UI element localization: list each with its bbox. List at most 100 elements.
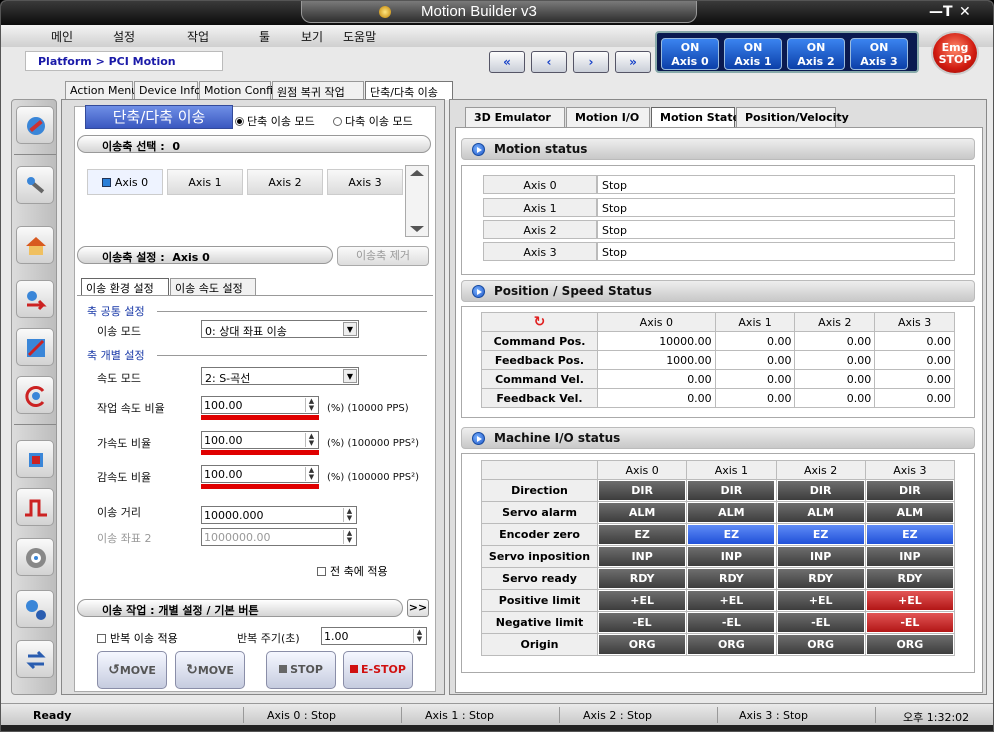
refresh-icon[interactable]: ↻ xyxy=(534,314,546,330)
sidebar-home-button[interactable] xyxy=(16,226,54,264)
restore-button[interactable]: T xyxy=(943,4,953,20)
tab-move-speed[interactable]: 이송 속도 설정 xyxy=(170,278,256,295)
nav-next-button[interactable]: › xyxy=(573,51,609,73)
table-cell: RDY xyxy=(686,567,777,590)
move-mode-select[interactable]: 0: 상대 좌표 이송 ▼ xyxy=(201,320,359,338)
multi-axis-mode-radio[interactable]: 다축 이송 모드 xyxy=(333,113,413,129)
table-cell: 0.00 xyxy=(714,388,796,408)
menu-settings[interactable]: 설정 xyxy=(113,28,135,45)
tab-motion-config[interactable]: Motion Config xyxy=(199,81,280,99)
remove-axis-button[interactable]: 이송축 제거 xyxy=(337,246,429,266)
menu-job[interactable]: 작업 xyxy=(187,28,209,45)
sidebar-cycle-button[interactable] xyxy=(16,640,54,678)
coord2-input[interactable]: 1000000.00 ▲ ▼ xyxy=(201,528,357,546)
repeat-period-label: 반복 주기(초) xyxy=(237,632,300,645)
sidebar-chip-button[interactable] xyxy=(16,440,54,478)
axis-3-select-button[interactable]: Axis 3 xyxy=(327,169,403,195)
emergency-stop-button[interactable]: Emg STOP xyxy=(931,31,979,75)
menu-help[interactable]: 도움말 xyxy=(343,28,376,45)
tab-motion-state[interactable]: Motion State xyxy=(651,107,740,128)
io-indicator: RDY xyxy=(688,569,775,588)
sidebar-tools-button[interactable] xyxy=(16,166,54,204)
title-bar[interactable]: Motion Builder v3 — T ✕ xyxy=(1,1,993,25)
decel-input[interactable]: 100.00 ▲ ▼ xyxy=(201,465,319,483)
status-axis-3: Axis 3 : Stop xyxy=(739,709,809,722)
axis-2-servo-button[interactable]: ON Axis 2 xyxy=(787,38,845,70)
chevron-down-icon: ▼ xyxy=(343,322,357,336)
close-button[interactable]: ✕ xyxy=(959,4,971,20)
speed-mode-select[interactable]: 2: S-곡선 ▼ xyxy=(201,367,359,385)
io-indicator: -EL xyxy=(866,613,953,632)
table-cell: EZ xyxy=(864,523,956,546)
status-ready: Ready xyxy=(33,709,72,722)
repeat-period-input[interactable]: 1.00 ▲ ▼ xyxy=(321,627,427,645)
estop-button[interactable]: E-STOP xyxy=(343,651,413,689)
sidebar-circular-button[interactable] xyxy=(16,376,54,414)
tab-homing[interactable]: 원점 복귀 작업 xyxy=(272,81,364,99)
menu-view[interactable]: 보기 xyxy=(301,28,323,45)
apply-all-axes-checkbox[interactable]: 전 축에 적용 xyxy=(317,563,388,579)
spinner-arrows-icon[interactable]: ▲ ▼ xyxy=(413,629,425,643)
sidebar-transfer-button[interactable] xyxy=(16,280,54,318)
axis-3-servo-button[interactable]: ON Axis 3 xyxy=(850,38,908,70)
sidebar-gear-button[interactable] xyxy=(16,538,54,576)
table-cell: 0.00 xyxy=(794,331,876,351)
axis-select-header: 이송축 선택 : 0 xyxy=(77,135,431,153)
table-cell: 0.00 xyxy=(794,388,876,408)
nav-first-button[interactable]: « xyxy=(489,51,525,73)
accel-input[interactable]: 100.00 ▲ ▼ xyxy=(201,431,319,449)
spinner-arrows-icon[interactable]: ▲ ▼ xyxy=(305,398,317,412)
tab-position-velocity[interactable]: Position/Velocity xyxy=(736,107,849,127)
work-speed-unit: (%) (10000 PPS) xyxy=(327,403,409,414)
table-row: Command Vel. 0.00 0.00 0.00 0.00 xyxy=(481,369,955,389)
position-speed-table: ↻ Axis 0 Axis 1 Axis 2 Axis 3 Command Po… xyxy=(481,312,955,408)
spinner-arrows-icon[interactable]: ▲ ▼ xyxy=(343,508,355,522)
repeat-move-checkbox[interactable]: 반복 이송 적용 xyxy=(97,630,178,646)
expand-button[interactable]: >> xyxy=(407,599,429,617)
spinner-arrows-icon[interactable]: ▲ ▼ xyxy=(305,433,317,447)
table-cell: INP xyxy=(596,545,688,568)
refresh-cell[interactable]: ↻ xyxy=(481,312,598,332)
tab-single-multi-move[interactable]: 단축/다축 이송 xyxy=(365,81,453,100)
sidebar-network-button[interactable] xyxy=(16,590,54,628)
distance-input[interactable]: 10000.000 ▲ ▼ xyxy=(201,506,357,524)
axis-1-select-button[interactable]: Axis 1 xyxy=(167,169,243,195)
axis-2-select-button[interactable]: Axis 2 xyxy=(247,169,323,195)
tab-motion-io[interactable]: Motion I/O xyxy=(566,107,650,127)
single-axis-mode-radio[interactable]: 단축 이송 모드 xyxy=(235,113,315,129)
table-cell: 0.00 xyxy=(874,369,955,389)
axis-0-select-button[interactable]: Axis 0 xyxy=(87,169,163,195)
table-header-row: Axis 0 Axis 1 Axis 2 Axis 3 xyxy=(481,460,956,480)
move-ccw-button[interactable]: ↺MOVE xyxy=(97,651,167,689)
spinner-arrows-icon[interactable]: ▲ ▼ xyxy=(343,530,355,544)
tab-device-info[interactable]: Device Info xyxy=(134,81,201,99)
sidebar-pulse-button[interactable] xyxy=(16,488,54,526)
axis-1-servo-button[interactable]: ON Axis 1 xyxy=(724,38,782,70)
tab-move-environment[interactable]: 이송 환경 설정 xyxy=(81,278,169,295)
scroll-down-icon[interactable] xyxy=(410,226,424,232)
gear-disk-icon xyxy=(26,548,46,568)
spinner-arrows-icon[interactable]: ▲ ▼ xyxy=(305,467,317,481)
io-indicator: +EL xyxy=(866,591,953,610)
axis-list-scrollbar[interactable] xyxy=(405,165,429,237)
nav-last-button[interactable]: » xyxy=(615,51,651,73)
machine-io-header: Machine I/O status xyxy=(461,427,975,449)
tab-action-menu[interactable]: Action Menu xyxy=(65,81,138,99)
stop-button[interactable]: STOP xyxy=(266,651,336,689)
nav-prev-button[interactable]: ‹ xyxy=(531,51,567,73)
transfer-arrows-icon xyxy=(27,291,47,311)
sidebar-wrench-button[interactable] xyxy=(16,106,54,144)
axis-0-servo-button[interactable]: ON Axis 0 xyxy=(661,38,719,70)
motion-status-header: Motion status xyxy=(461,138,975,160)
axis-setting-header: 이송축 설정 : Axis 0 xyxy=(77,246,333,264)
work-speed-input[interactable]: 100.00 ▲ ▼ xyxy=(201,396,319,414)
sidebar-draw-button[interactable] xyxy=(16,328,54,366)
scroll-up-icon[interactable] xyxy=(410,170,424,176)
table-cell: RDY xyxy=(864,567,956,590)
row-label: Encoder zero xyxy=(481,523,598,546)
tab-3d-emulator[interactable]: 3D Emulator xyxy=(465,107,565,127)
minimize-button[interactable]: — xyxy=(929,4,943,20)
move-cw-button[interactable]: ↻MOVE xyxy=(175,651,245,689)
menu-main[interactable]: 메인 xyxy=(51,28,73,45)
menu-tools[interactable]: 툴 xyxy=(259,28,270,45)
